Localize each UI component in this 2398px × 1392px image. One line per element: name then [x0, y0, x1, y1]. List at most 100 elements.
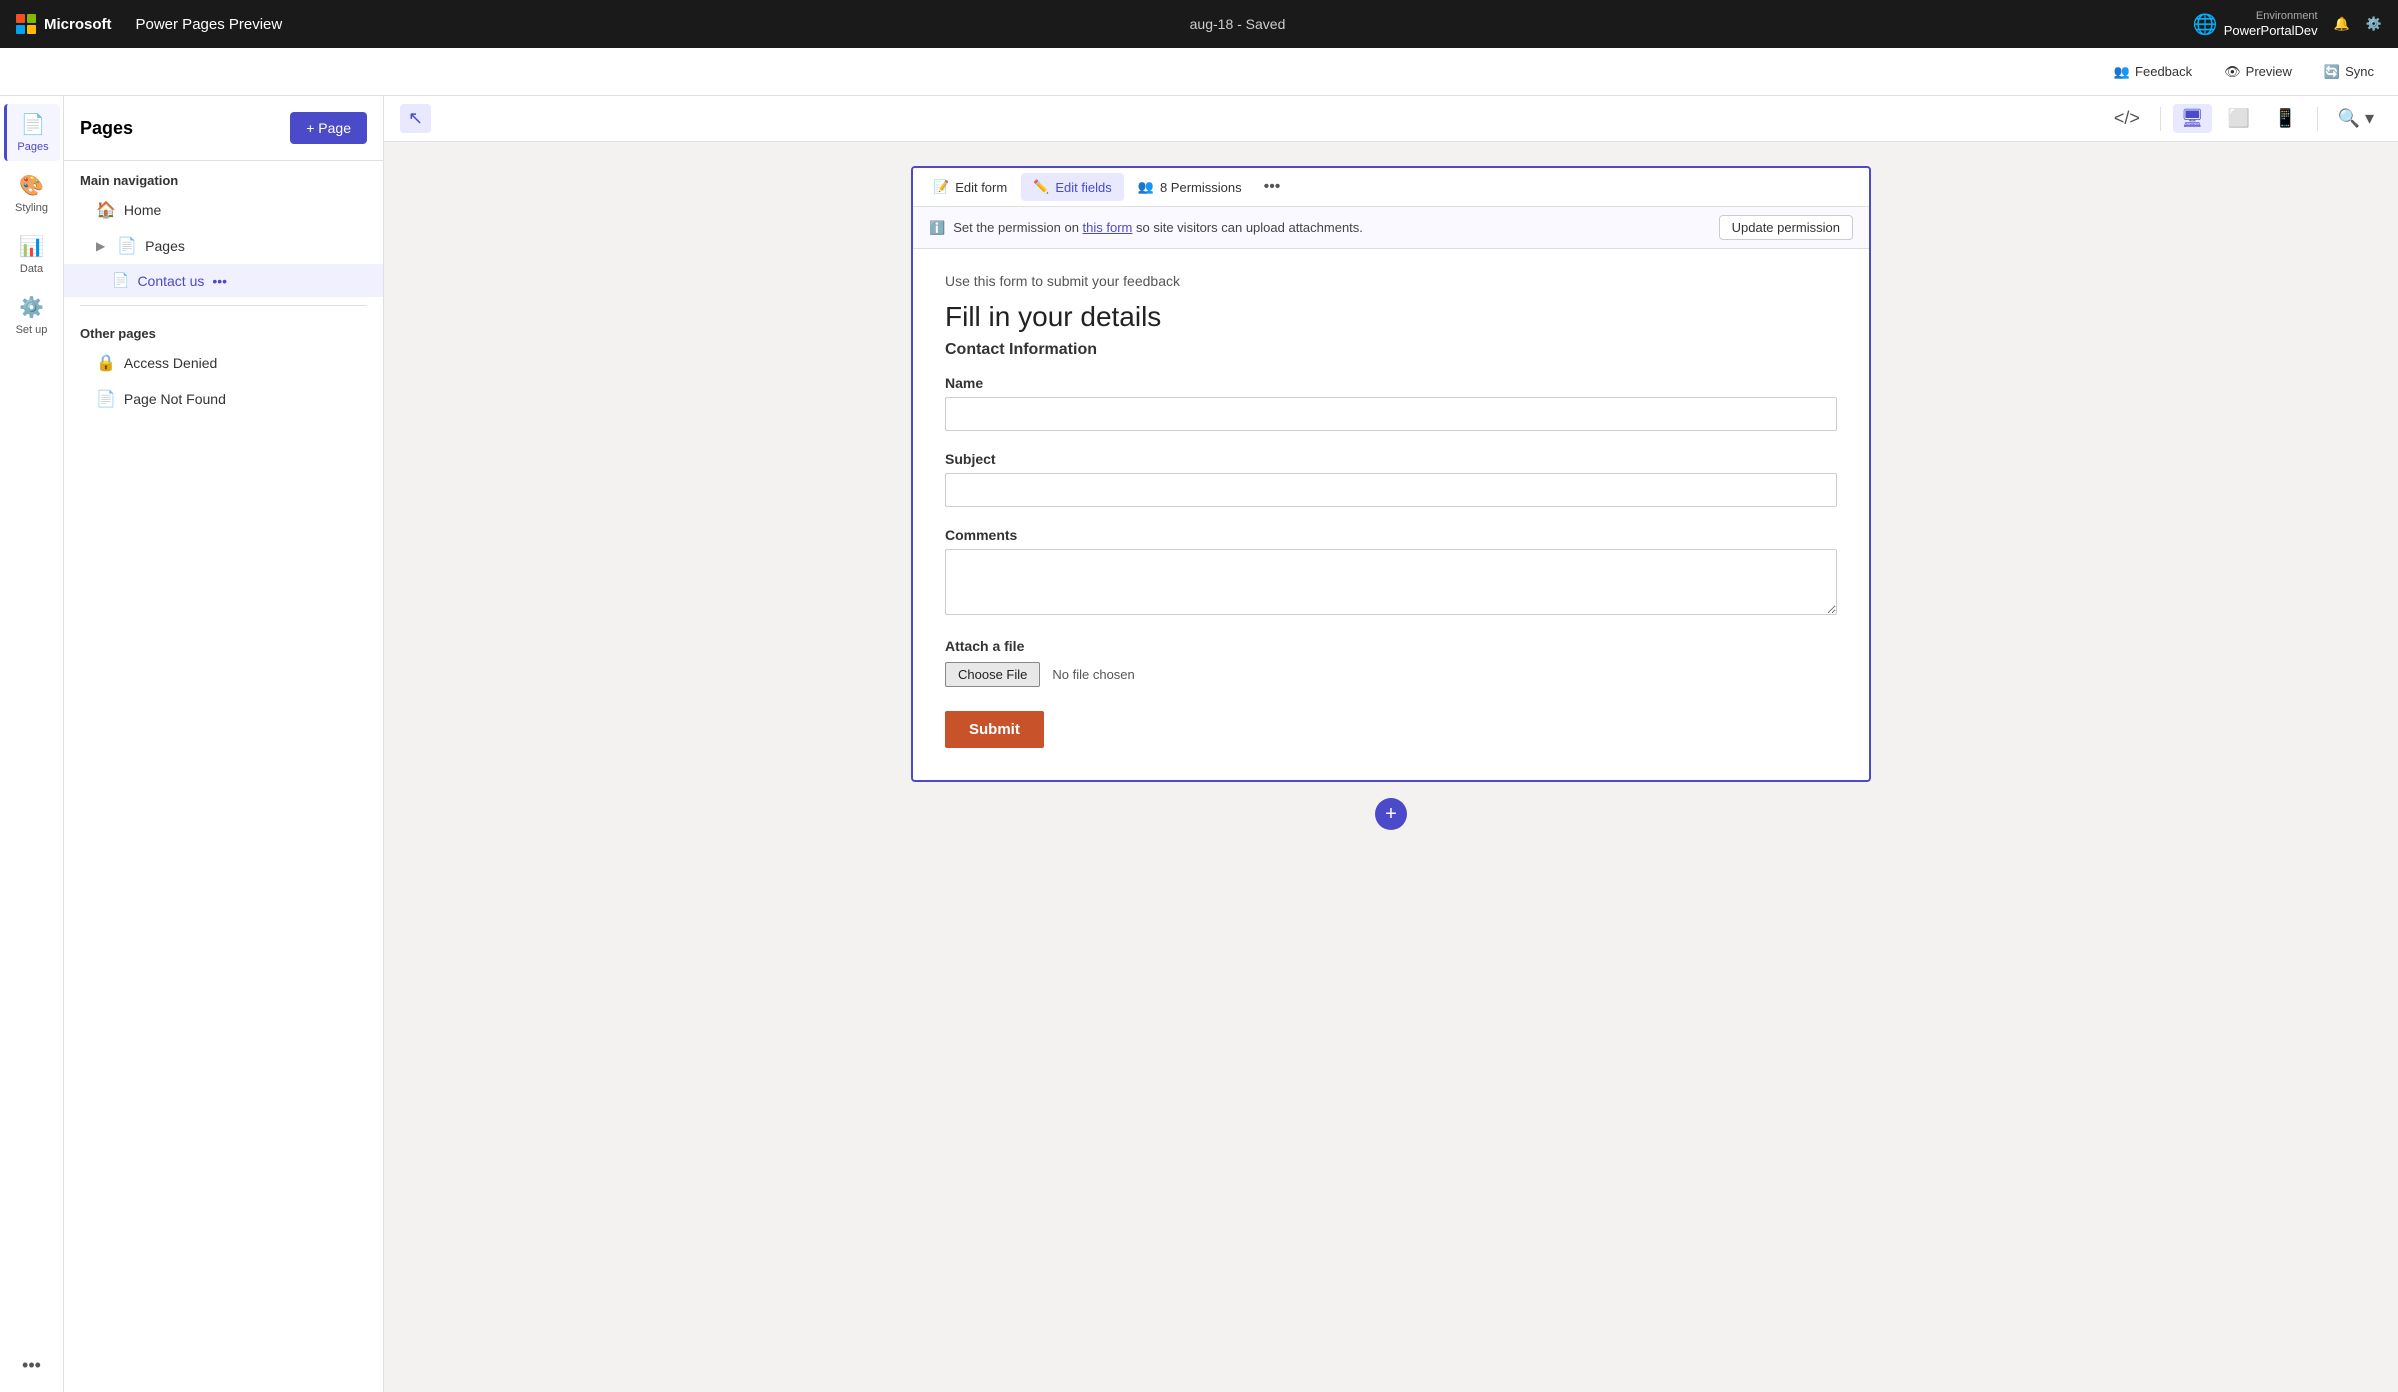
nav-item-pages[interactable]: ▶ 📄 Pages — [64, 228, 383, 264]
pages-panel: Pages + Page Main navigation 🏠 Home ▶ 📄 … — [64, 96, 384, 1392]
gear-icon: ⚙️ — [2366, 16, 2382, 32]
main-layout: 📄 Pages 🎨 Styling 📊 Data ⚙️ Set up ••• P… — [0, 96, 2398, 1392]
nav-pages-label: Pages — [145, 238, 185, 254]
chevron-icon: ▶ — [96, 239, 105, 253]
preview-button[interactable]: 👁 Preview — [2216, 60, 2300, 84]
sync-button[interactable]: 🔄 Sync — [2316, 60, 2382, 84]
env-name: PowerPortalDev — [2224, 23, 2318, 39]
nav-page-not-found-label: Page Not Found — [124, 391, 226, 407]
pages-icon: 📄 — [21, 112, 46, 137]
sidebar-styling-label: Styling — [15, 202, 48, 214]
tablet-view-button[interactable]: ⬜ — [2220, 104, 2258, 133]
nav-item-home[interactable]: 🏠 Home — [64, 192, 383, 228]
name-label: Name — [945, 375, 1837, 391]
separator-1 — [2160, 107, 2161, 131]
no-file-text: No file chosen — [1052, 667, 1134, 682]
perm-notice-msg: Set the permission on this form so site … — [953, 220, 1363, 235]
notifications-button[interactable]: 🔔 — [2334, 16, 2350, 32]
left-sidebar: 📄 Pages 🎨 Styling 📊 Data ⚙️ Set up ••• — [0, 96, 64, 1392]
permissions-button[interactable]: 👥 8 Permissions — [1126, 173, 1254, 201]
submit-button[interactable]: Submit — [945, 711, 1044, 748]
add-section: + — [911, 782, 1871, 846]
mobile-view-button[interactable]: 📱 — [2266, 104, 2304, 133]
styling-icon: 🎨 — [19, 173, 44, 198]
desktop-view-button[interactable]: 🖥 — [2173, 104, 2212, 133]
sync-label: Sync — [2345, 64, 2374, 79]
nav-item-access-denied[interactable]: 🔒 Access Denied — [64, 345, 383, 381]
comments-field: Comments — [945, 527, 1837, 618]
topbar: Microsoft Power Pages Preview aug-18 - S… — [0, 0, 2398, 48]
canvas-toolbar: ↖ </> 🖥 ⬜ 📱 🔍 ▾ — [384, 96, 2398, 142]
edit-form-button[interactable]: 📝 Edit form — [921, 173, 1019, 201]
edit-fields-label: Edit fields — [1055, 180, 1111, 195]
sidebar-more-button[interactable]: ••• — [22, 1355, 41, 1376]
form-section-title: Contact Information — [945, 341, 1837, 359]
setup-icon: ⚙️ — [19, 295, 44, 320]
nav-contact-label: Contact us — [137, 273, 204, 289]
topbar-right: 🌐 Environment PowerPortalDev 🔔 ⚙️ — [2193, 10, 2382, 39]
edit-form-label: Edit form — [955, 180, 1007, 195]
name-field: Name — [945, 375, 1837, 431]
comments-input[interactable] — [945, 549, 1837, 615]
canvas-area[interactable]: 📝 Edit form ✏️ Edit fields 👥 8 Permissio… — [384, 142, 2398, 1392]
app-title: Power Pages Preview — [136, 16, 283, 33]
sidebar-item-styling[interactable]: 🎨 Styling — [4, 165, 60, 222]
pages-nav-icon: 📄 — [117, 236, 137, 256]
contact-page-icon: 📄 — [112, 272, 129, 289]
form-subtitle: Use this form to submit your feedback — [945, 273, 1837, 289]
lock-icon: 🔒 — [96, 353, 116, 373]
env-label: Environment — [2256, 10, 2318, 23]
choose-file-button[interactable]: Choose File — [945, 662, 1040, 687]
form-more-button[interactable]: ••• — [1256, 172, 1289, 202]
divider — [80, 305, 367, 306]
nav-item-page-not-found[interactable]: 📄 Page Not Found — [64, 381, 383, 417]
subject-label: Subject — [945, 451, 1837, 467]
env-block: 🌐 Environment PowerPortalDev — [2193, 10, 2318, 39]
feedback-button[interactable]: 👥 Feedback — [2106, 60, 2200, 84]
perm-link[interactable]: this form — [1083, 220, 1133, 235]
add-page-button[interactable]: + Page — [290, 112, 367, 144]
home-icon: 🏠 — [96, 200, 116, 220]
file-row: Choose File No file chosen — [945, 662, 1837, 687]
settings-button[interactable]: ⚙️ — [2366, 16, 2382, 32]
nav-item-contact[interactable]: 📄 Contact us ••• — [64, 264, 383, 297]
add-section-button[interactable]: + — [1375, 798, 1407, 830]
pages-panel-title: Pages — [80, 118, 133, 139]
perm-notice-text: ℹ️ Set the permission on this form so si… — [929, 220, 1363, 236]
page-not-found-icon: 📄 — [96, 389, 116, 409]
permissions-icon: 👥 — [1138, 179, 1154, 195]
main-content: ↖ </> 🖥 ⬜ 📱 🔍 ▾ 📝 — [384, 96, 2398, 1392]
form-content: Use this form to submit your feedback Fi… — [913, 249, 1869, 780]
name-input[interactable] — [945, 397, 1837, 431]
sidebar-item-data[interactable]: 📊 Data — [4, 226, 60, 283]
preview-label: Preview — [2246, 64, 2292, 79]
attach-file-section: Attach a file Choose File No file chosen — [945, 638, 1837, 687]
form-editor: 📝 Edit form ✏️ Edit fields 👥 8 Permissio… — [911, 166, 1871, 782]
secondbar-right: 👥 Feedback 👁 Preview 🔄 Sync — [2106, 60, 2382, 84]
ms-logo: Microsoft — [16, 14, 112, 34]
contact-more-button[interactable]: ••• — [212, 273, 227, 289]
info-icon: ℹ️ — [929, 220, 945, 236]
edit-fields-icon: ✏️ — [1033, 179, 1049, 195]
nav-access-denied-label: Access Denied — [124, 355, 217, 371]
edit-fields-button[interactable]: ✏️ Edit fields — [1021, 173, 1124, 201]
code-view-button[interactable]: </> — [2106, 104, 2148, 133]
permissions-label: 8 Permissions — [1160, 180, 1242, 195]
pages-header: Pages + Page — [64, 96, 383, 161]
canvas-toolbar-right: </> 🖥 ⬜ 📱 🔍 ▾ — [2106, 104, 2382, 133]
sync-icon: 🔄 — [2324, 64, 2340, 80]
ms-grid-icon — [16, 14, 36, 34]
sidebar-data-label: Data — [20, 263, 43, 275]
subject-input[interactable] — [945, 473, 1837, 507]
save-status: aug-18 - Saved — [298, 16, 2177, 32]
preview-icon: 👁 — [2224, 64, 2241, 80]
update-permission-button[interactable]: Update permission — [1719, 215, 1853, 240]
form-title: Fill in your details — [945, 301, 1837, 333]
sidebar-item-setup[interactable]: ⚙️ Set up — [4, 287, 60, 344]
sidebar-item-pages[interactable]: 📄 Pages — [4, 104, 60, 161]
separator-2 — [2317, 107, 2318, 131]
feedback-icon: 👥 — [2114, 64, 2130, 80]
zoom-button[interactable]: 🔍 ▾ — [2330, 104, 2382, 133]
permission-notice: ℹ️ Set the permission on this form so si… — [913, 207, 1869, 249]
pointer-tool-button[interactable]: ↖ — [400, 104, 431, 133]
